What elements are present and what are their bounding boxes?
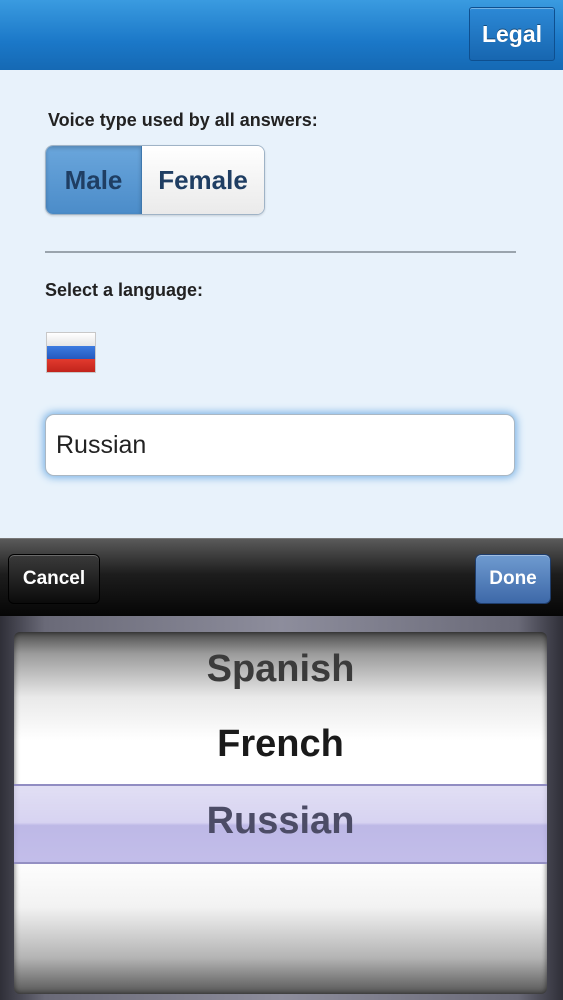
top-bar: Legal xyxy=(0,0,563,70)
cancel-button[interactable]: Cancel xyxy=(8,554,100,604)
picker-toolbar: Cancel Done xyxy=(0,538,563,617)
legal-button[interactable]: Legal xyxy=(469,7,555,61)
picker-item[interactable]: Spanish xyxy=(14,648,547,691)
picker-wheel[interactable]: Spanish French Russian xyxy=(14,632,547,994)
male-segment[interactable]: Male xyxy=(46,146,142,214)
female-segment[interactable]: Female xyxy=(142,146,264,214)
voice-type-segmented-control: Male Female xyxy=(45,145,265,215)
picker-item-selected[interactable]: Russian xyxy=(14,800,547,843)
language-label: Select a language: xyxy=(45,280,204,300)
settings-panel: Voice type used by all answers: Male Fem… xyxy=(0,70,563,538)
picker-item[interactable]: French xyxy=(14,723,547,766)
done-button[interactable]: Done xyxy=(475,554,551,604)
russia-flag-icon xyxy=(46,332,96,373)
language-field[interactable] xyxy=(45,414,515,476)
voice-type-label: Voice type used by all answers: xyxy=(48,110,318,130)
divider xyxy=(45,251,516,253)
language-picker: Spanish French Russian xyxy=(0,616,563,1000)
